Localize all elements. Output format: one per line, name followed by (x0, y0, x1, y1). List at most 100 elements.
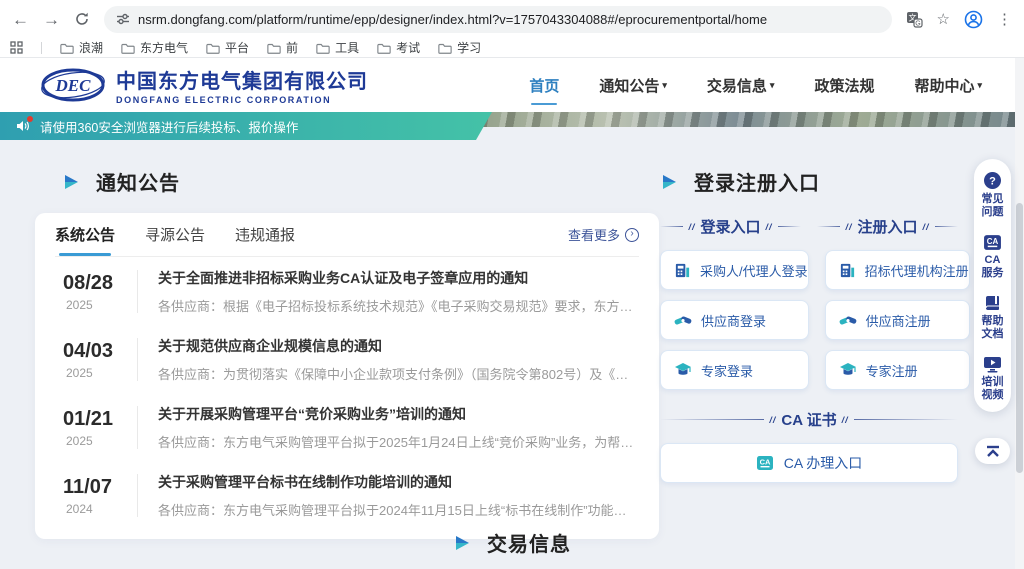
notice-title[interactable]: 关于全面推进非招标采购业务CA认证及电子签章应用的通知 (158, 268, 639, 288)
expert-register-button[interactable]: 专家注册 (825, 350, 970, 390)
bookmark-folder[interactable]: 考试 (377, 39, 420, 56)
nav-home[interactable]: 首页 (529, 75, 559, 96)
svg-text:CA: CA (759, 458, 770, 467)
expert-login-button[interactable]: 专家登录 (660, 350, 809, 390)
training-video-shortcut[interactable]: 培训视频 (982, 356, 1004, 402)
ribbon-text: 请使用360安全浏览器进行后续投标、报价操作 (40, 117, 298, 136)
tab-sourcing-notices[interactable]: 寻源公告 (145, 213, 205, 256)
notice-date: 11/07 2024 (63, 476, 127, 516)
site-settings-icon[interactable] (116, 12, 130, 26)
bookmark-folder[interactable]: 浪潮 (60, 39, 103, 56)
arrow-right-circle-icon: › (625, 228, 639, 242)
login-group-header: //登录入口// (660, 216, 801, 237)
speaker-icon (16, 119, 32, 133)
login-section-title: 登录注册入口 (694, 167, 820, 196)
notice-excerpt: 各供应商：为贯彻落实《保障中小企业款项支付条例》（国务院令第802号）及《中小企… (158, 364, 639, 383)
notice-list-item[interactable]: 01/21 2025 关于开展采购管理平台“竞价采购业务”培训的通知 各供应商：… (55, 393, 639, 461)
company-logo[interactable]: DEC 中国东方电气集团有限公司 DONGFANG ELECTRIC CORPO… (40, 65, 368, 105)
notice-title[interactable]: 关于规范供应商企业规模信息的通知 (158, 336, 639, 356)
company-name-zh: 中国东方电气集团有限公司 (116, 65, 368, 94)
ca-badge-icon: CA (756, 455, 774, 471)
notice-excerpt: 各供应商：东方电气采购管理平台拟于2024年11月15日上线“标书在线制作”功能… (158, 500, 639, 519)
bookmark-folder[interactable]: 东方电气 (121, 39, 188, 56)
browser-notice-ribbon: 请使用360安全浏览器进行后续投标、报价操作 (0, 112, 492, 140)
company-name-en: DONGFANG ELECTRIC CORPORATION (116, 95, 368, 105)
login-section-head: 登录注册入口 (660, 167, 958, 196)
graduation-cap-icon (674, 362, 692, 378)
reload-icon[interactable] (74, 11, 90, 27)
organization-icon (674, 262, 691, 279)
notice-list-item[interactable]: 11/07 2024 关于采购管理平台标书在线制作功能培训的通知 各供应商：东方… (55, 461, 639, 529)
caret-down-icon: ▾ (770, 80, 775, 91)
notice-title[interactable]: 关于采购管理平台标书在线制作功能培训的通知 (158, 472, 639, 492)
quick-access-sidebar: ? 常见问题 CA CA服务 帮助文档 培训视频 (974, 159, 1011, 412)
buyer-agent-login-button[interactable]: 采购人/代理人登录 (660, 250, 809, 290)
divider (137, 406, 138, 449)
ca-badge-icon: CA (983, 234, 1002, 251)
handshake-icon (839, 312, 857, 328)
divider (137, 270, 138, 313)
caret-down-icon: ▾ (662, 80, 667, 91)
transactions-section-title: 交易信息 (487, 528, 571, 557)
help-docs-shortcut[interactable]: 帮助文档 (982, 295, 1004, 341)
ca-apply-button[interactable]: CA CA 办理入口 (660, 443, 958, 483)
ca-service-shortcut[interactable]: CA CA服务 (982, 234, 1004, 280)
url-text: nsrm.dongfang.com/platform/runtime/epp/d… (138, 12, 767, 27)
organization-icon (839, 262, 856, 279)
ca-cert-group-header: //CA 证书// (660, 409, 958, 430)
nav-help[interactable]: 帮助中心▾ (914, 75, 982, 96)
nav-notices[interactable]: 通知公告▾ (599, 75, 667, 96)
register-group-header: //注册入口// (817, 216, 958, 237)
notice-date: 04/03 2025 (63, 340, 127, 380)
section-chevron-icon (660, 172, 680, 192)
bookmark-folder[interactable]: 平台 (206, 39, 249, 56)
nav-transactions[interactable]: 交易信息▾ (707, 75, 775, 96)
browser-toolbar: ← → nsrm.dongfang.com/platform/runtime/e… (0, 0, 1024, 38)
address-bar[interactable]: nsrm.dongfang.com/platform/runtime/epp/d… (104, 6, 892, 33)
notice-date: 08/28 2025 (63, 272, 127, 312)
apps-grid-icon[interactable] (10, 41, 23, 54)
notice-date: 01/21 2025 (63, 408, 127, 448)
bookmark-star-icon[interactable]: ☆ (937, 12, 950, 27)
notices-card: 系统公告 寻源公告 违规通报 查看更多 › 08/28 2025 关于全面推进非… (35, 213, 659, 539)
dec-logo-icon: DEC (40, 65, 106, 105)
bookmark-folder[interactable]: 工具 (316, 39, 359, 56)
view-more-link[interactable]: 查看更多 › (568, 225, 639, 244)
nav-policies[interactable]: 政策法规 (814, 75, 874, 96)
svg-text:G: G (915, 20, 920, 27)
notification-dot (27, 116, 33, 122)
profile-avatar-icon[interactable] (964, 10, 983, 29)
divider (41, 42, 42, 54)
section-chevron-icon (453, 533, 473, 553)
back-icon[interactable]: ← (12, 11, 29, 28)
svg-text:DEC: DEC (55, 76, 92, 95)
svg-text:CA: CA (987, 237, 999, 246)
notice-list-item[interactable]: 08/28 2025 关于全面推进非招标采购业务CA认证及电子签章应用的通知 各… (55, 257, 639, 325)
bookmark-folder[interactable]: 学习 (438, 39, 481, 56)
collapse-sidebar-button[interactable] (975, 438, 1010, 464)
transactions-section-head: 交易信息 (453, 528, 571, 557)
supplier-login-button[interactable]: 供应商登录 (660, 300, 809, 340)
translate-icon[interactable]: 文G (906, 11, 923, 28)
menu-kebab-icon[interactable]: ⋮ (997, 12, 1012, 27)
tab-system-notices[interactable]: 系统公告 (55, 213, 115, 256)
video-play-icon (983, 356, 1002, 373)
supplier-register-button[interactable]: 供应商注册 (825, 300, 970, 340)
bookmarks-bar: 浪潮 东方电气 平台 前 工具 考试 学习 (0, 38, 1024, 58)
section-chevron-icon (62, 172, 82, 192)
caret-down-icon: ▾ (977, 80, 982, 91)
main-nav: 首页 通知公告▾ 交易信息▾ 政策法规 帮助中心▾ (529, 75, 982, 96)
notice-title[interactable]: 关于开展采购管理平台“竞价采购业务”培训的通知 (158, 404, 639, 424)
bookmark-folder[interactable]: 前 (267, 39, 298, 56)
scrollbar-thumb[interactable] (1016, 203, 1023, 473)
divider (137, 474, 138, 517)
notice-list-item[interactable]: 04/03 2025 关于规范供应商企业规模信息的通知 各供应商：为贯彻落实《保… (55, 325, 639, 393)
svg-text:?: ? (989, 176, 996, 188)
faq-shortcut[interactable]: ? 常见问题 (982, 171, 1004, 219)
page-scrollbar[interactable] (1015, 58, 1024, 569)
bidding-agency-register-button[interactable]: 招标代理机构注册 (825, 250, 970, 290)
question-circle-icon: ? (983, 171, 1002, 190)
tab-violation-reports[interactable]: 违规通报 (235, 213, 295, 256)
forward-icon[interactable]: → (43, 11, 60, 28)
divider (137, 338, 138, 381)
